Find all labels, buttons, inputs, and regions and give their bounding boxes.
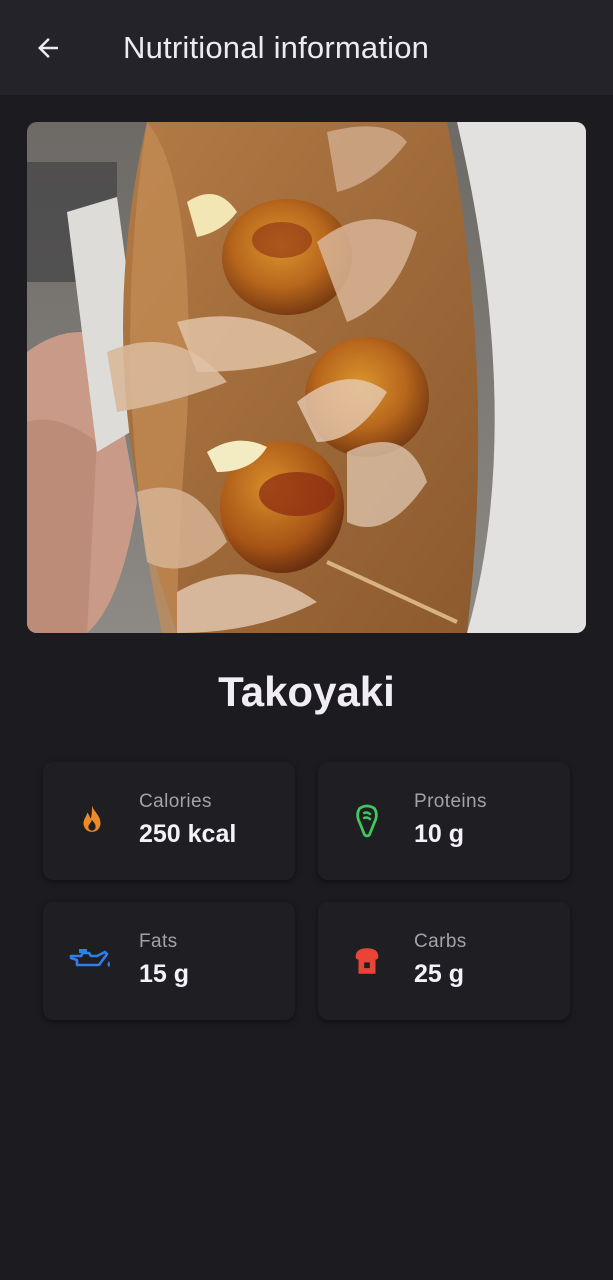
back-button[interactable] bbox=[24, 24, 72, 72]
app-bar: Nutritional information bbox=[0, 0, 613, 95]
carbs-card: Carbs 25 g bbox=[318, 902, 570, 1020]
food-name: Takoyaki bbox=[218, 668, 395, 715]
calories-label: Calories bbox=[139, 791, 212, 812]
fats-value: 15 g bbox=[139, 960, 190, 988]
carbs-value: 25 g bbox=[414, 960, 465, 988]
calories-card: Calories 250 kcal bbox=[43, 762, 295, 880]
fats-card: Fats 15 g bbox=[43, 902, 295, 1020]
bread-icon bbox=[348, 942, 386, 980]
arrow-left-icon bbox=[38, 38, 58, 58]
oil-can-icon bbox=[69, 942, 113, 980]
calories-value: 250 kcal bbox=[139, 820, 237, 848]
proteins-card: Proteins 10 g bbox=[318, 762, 570, 880]
fats-label: Fats bbox=[139, 931, 178, 952]
proteins-value: 10 g bbox=[414, 820, 465, 848]
carbs-label: Carbs bbox=[414, 931, 467, 952]
flame-icon bbox=[73, 802, 111, 840]
food-photo bbox=[27, 122, 586, 633]
protein-icon bbox=[348, 802, 386, 840]
page-title: Nutritional information bbox=[123, 30, 430, 65]
proteins-label: Proteins bbox=[414, 791, 487, 812]
